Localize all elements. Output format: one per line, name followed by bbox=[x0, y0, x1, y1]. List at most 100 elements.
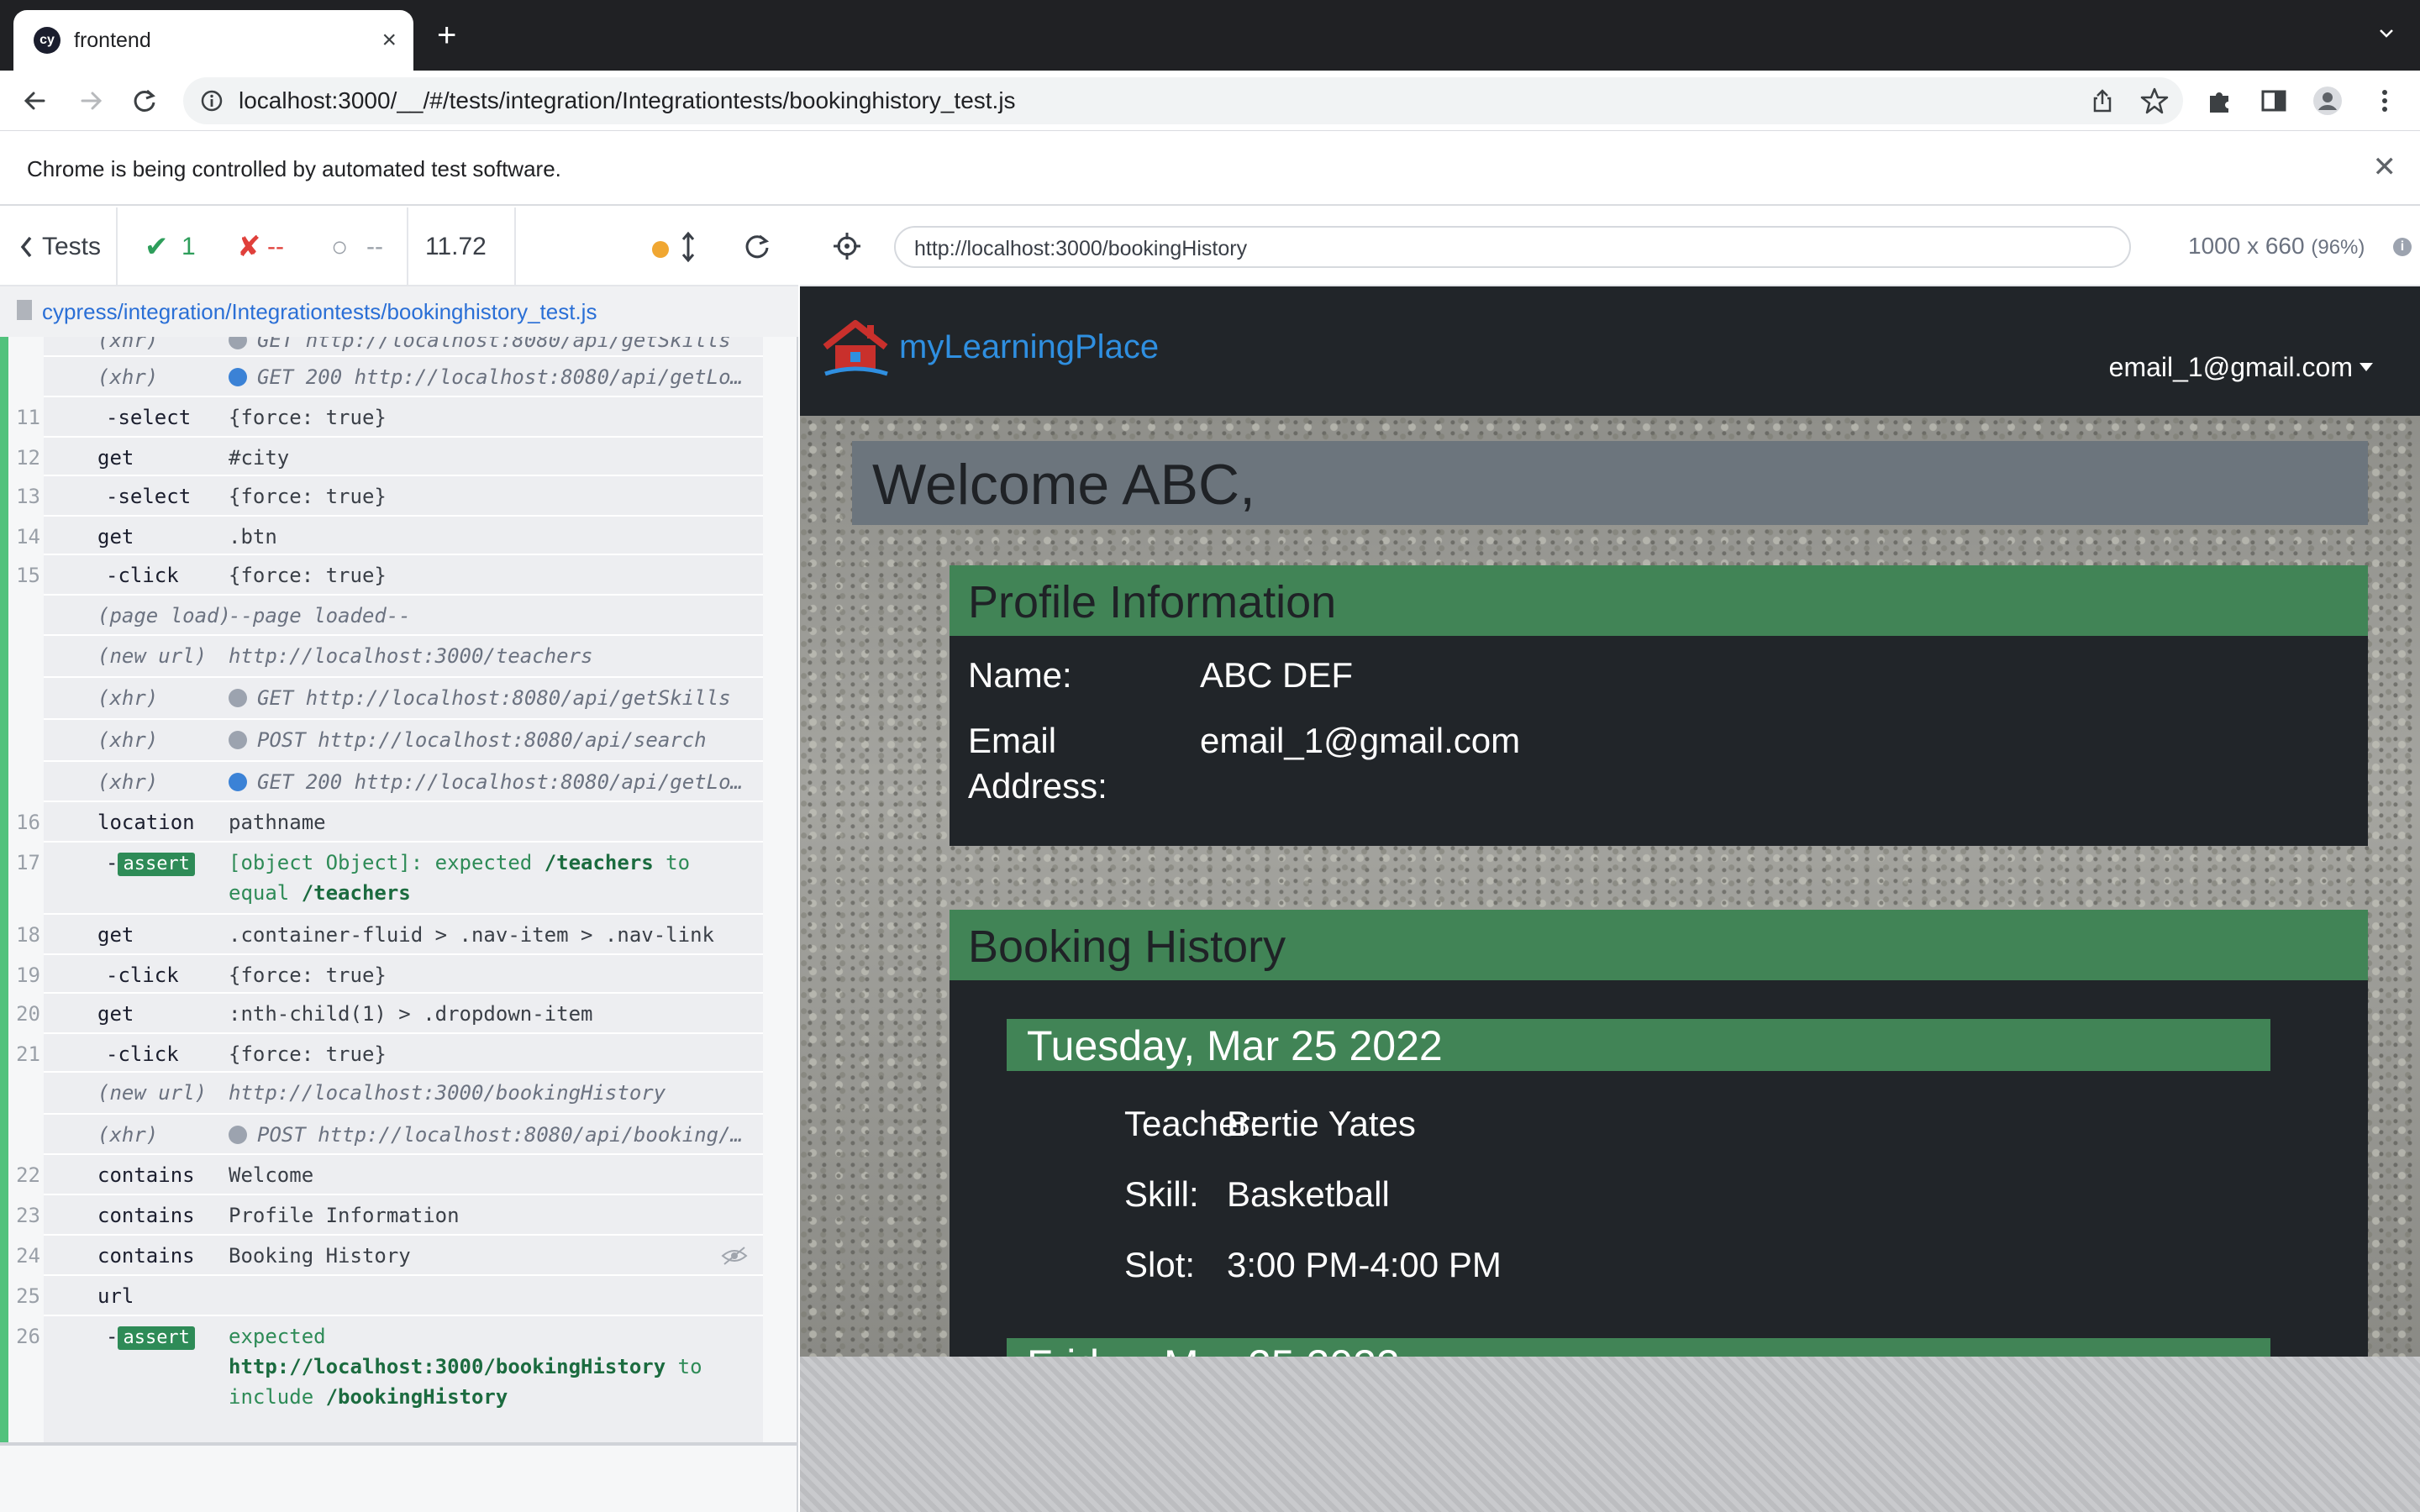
assert-row[interactable]: 26 - assert expected http://localhost:300… bbox=[16, 1316, 763, 1442]
welcome-heading: Welcome ABC, bbox=[872, 453, 1256, 517]
slot-value: 3:00 PM-4:00 PM bbox=[1227, 1245, 1502, 1284]
command-log-end bbox=[0, 1442, 798, 1446]
slot-label: Slot: bbox=[1124, 1245, 1196, 1284]
tests-label: Tests bbox=[42, 233, 102, 260]
browser-tab[interactable]: cy frontend × bbox=[13, 10, 413, 71]
command-row[interactable]: 18 get .container-fluid > .nav-item > .n… bbox=[16, 915, 763, 955]
tab-search-chevron-icon[interactable] bbox=[2378, 25, 2395, 42]
caret-down-icon bbox=[2360, 363, 2373, 371]
assert-row[interactable]: 17 - assert [object Object]: expected /te… bbox=[16, 843, 763, 915]
command-row[interactable]: 14 get .btn bbox=[16, 517, 763, 555]
tests-button[interactable]: Tests bbox=[0, 207, 118, 286]
automation-infobar: Chrome is being controlled by automated … bbox=[0, 132, 2420, 206]
duration-cell: 11.72 bbox=[408, 207, 516, 286]
booking-card-header: Booking History bbox=[950, 910, 2368, 980]
booking-date: Tuesday, Mar 25 2022 bbox=[1027, 1022, 1443, 1069]
aut-iframe: myLearningPlace email_1@gmail.com Welcom… bbox=[800, 286, 2420, 1357]
command-row[interactable]: 24 contains Booking History bbox=[16, 1236, 763, 1276]
assert-badge: - assert bbox=[106, 1323, 195, 1350]
selector-playground-crosshair-icon[interactable] bbox=[832, 231, 862, 261]
passed-count: 1 bbox=[182, 233, 196, 260]
command-row[interactable]: 25 url bbox=[16, 1276, 763, 1316]
aut-header: http://localhost:3000/bookingHistory 100… bbox=[800, 207, 2420, 286]
command-row[interactable]: 21 -click {force: true} bbox=[16, 1034, 763, 1073]
side-panel-icon[interactable] bbox=[2259, 86, 2289, 116]
reload-icon[interactable] bbox=[126, 82, 163, 119]
profile-card-header: Profile Information bbox=[950, 565, 2368, 636]
booking-date-header: Friday, Mar 25 2022 bbox=[1007, 1338, 2270, 1357]
command-row[interactable]: 12 get #city bbox=[16, 438, 763, 476]
booking-date: Friday, Mar 25 2022 bbox=[1027, 1343, 1400, 1357]
xhr-success-dot-icon bbox=[229, 773, 247, 791]
brand-name[interactable]: myLearningPlace bbox=[899, 327, 1159, 367]
command-row[interactable]: 13 -select {force: true} bbox=[16, 476, 763, 517]
browser-tab-strip: cy frontend × + bbox=[0, 0, 2420, 71]
xhr-pending-dot-icon bbox=[229, 731, 247, 749]
more-menu-icon[interactable] bbox=[2370, 86, 2400, 116]
command-row[interactable]: 16 location pathname bbox=[16, 802, 763, 843]
forward-arrow-icon[interactable] bbox=[72, 82, 109, 119]
pending-circle-icon: ○ bbox=[331, 231, 349, 263]
spec-path-link[interactable]: cypress/integration/Integrationtests/boo… bbox=[42, 298, 597, 325]
command-row[interactable]: (xhr) POST http://localhost:8080/api/boo… bbox=[44, 1115, 763, 1155]
command-row[interactable]: (xhr) GET http://localhost:8080/api/getS… bbox=[44, 337, 763, 357]
user-dropdown-toggle[interactable]: email_1@gmail.com bbox=[2109, 350, 2373, 384]
tab-close-icon[interactable]: × bbox=[381, 25, 397, 55]
address-url: localhost:3000/__/#/tests/integration/In… bbox=[239, 87, 1016, 113]
infobar-close-icon[interactable]: ✕ bbox=[2373, 152, 2397, 182]
app-navbar: myLearningPlace email_1@gmail.com bbox=[800, 286, 2420, 416]
profile-avatar-icon[interactable] bbox=[2312, 86, 2343, 116]
command-row[interactable]: 15 -click {force: true} bbox=[16, 555, 763, 596]
chevron-left-icon bbox=[20, 236, 32, 258]
command-row[interactable]: (xhr) GET http://localhost:8080/api/getS… bbox=[44, 678, 763, 720]
hidden-eye-icon[interactable] bbox=[721, 1246, 748, 1266]
failed-count: -- bbox=[267, 233, 284, 260]
viewport-size: 1000 x 660 (96%) bbox=[2188, 233, 2365, 259]
auto-scroll-icon[interactable] bbox=[681, 231, 696, 263]
name-value: ABC DEF bbox=[1200, 655, 1354, 695]
command-row[interactable]: (xhr) GET 200 http://localhost:8080/api/… bbox=[44, 357, 763, 397]
command-row[interactable]: 11 -select {force: true} bbox=[16, 397, 763, 438]
profile-title: Profile Information bbox=[968, 577, 1337, 627]
command-row[interactable]: (new url) http://localhost:3000/teachers bbox=[44, 636, 763, 678]
booking-title: Booking History bbox=[968, 921, 1286, 972]
rerun-icon[interactable] bbox=[741, 231, 771, 261]
command-row[interactable]: (page load) --page loaded-- bbox=[44, 596, 763, 636]
cypress-reporter: Tests ✔ 1 ✘ -- ○ -- 11.72 cypress/integr… bbox=[0, 207, 798, 1512]
command-row[interactable]: (new url) http://localhost:3000/bookingH… bbox=[44, 1073, 763, 1115]
command-list: (xhr) GET http://localhost:8080/api/getS… bbox=[16, 337, 763, 1442]
aut-empty-area bbox=[800, 1357, 2420, 1512]
viewport-scale: (96%) bbox=[2311, 236, 2365, 259]
controls-cell bbox=[516, 207, 798, 286]
command-row[interactable]: (xhr) POST http://localhost:8080/api/sea… bbox=[44, 720, 763, 762]
xhr-success-dot-icon bbox=[229, 368, 247, 386]
extensions-puzzle-icon[interactable] bbox=[2205, 86, 2235, 116]
command-row[interactable]: 22 contains Welcome bbox=[16, 1155, 763, 1195]
browser-toolbar: localhost:3000/__/#/tests/integration/In… bbox=[0, 71, 2420, 131]
viewport-info-icon[interactable]: i bbox=[2393, 238, 2412, 256]
bookmark-star-icon[interactable] bbox=[2139, 86, 2170, 116]
command-row[interactable]: (xhr) GET 200 http://localhost:8080/api/… bbox=[44, 762, 763, 802]
duration: 11.72 bbox=[425, 233, 487, 260]
command-row[interactable]: 23 contains Profile Information bbox=[16, 1195, 763, 1236]
address-bar[interactable]: localhost:3000/__/#/tests/integration/In… bbox=[183, 77, 2183, 124]
profile-card: Profile Information Name: ABC DEF Email … bbox=[950, 565, 2368, 846]
cypress-favicon-icon: cy bbox=[34, 27, 60, 54]
aut-url-field[interactable]: http://localhost:3000/bookingHistory bbox=[894, 226, 2131, 268]
file-icon bbox=[17, 300, 32, 320]
command-row[interactable]: 19 -click {force: true} bbox=[16, 955, 763, 994]
command-log: (xhr) GET http://localhost:8080/api/getS… bbox=[0, 337, 798, 1512]
email-value: email_1@gmail.com bbox=[1200, 721, 1521, 760]
share-icon[interactable] bbox=[2089, 87, 2116, 114]
site-info-icon[interactable] bbox=[200, 89, 224, 113]
back-arrow-icon[interactable] bbox=[17, 82, 54, 119]
welcome-banner: Welcome ABC, bbox=[852, 441, 2368, 525]
skill-value: Basketball bbox=[1227, 1174, 1390, 1214]
assert-badge: - assert bbox=[106, 849, 195, 876]
infobar-message: Chrome is being controlled by automated … bbox=[27, 156, 561, 181]
email-label-line2: Address: bbox=[968, 766, 1107, 806]
command-row[interactable]: 20 get :nth-child(1) > .dropdown-item bbox=[16, 994, 763, 1034]
spec-file-bar: cypress/integration/Integrationtests/boo… bbox=[0, 286, 798, 337]
new-tab-button[interactable]: + bbox=[437, 18, 456, 52]
house-logo-icon[interactable] bbox=[820, 318, 891, 379]
